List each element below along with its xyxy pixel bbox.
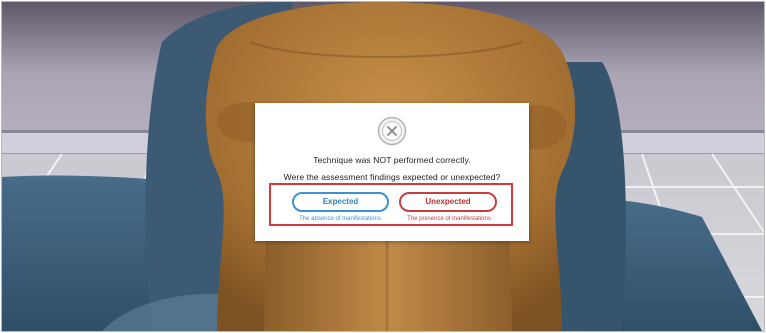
choices-highlight: Expected Unexpected The absence of manif… (269, 183, 513, 226)
expected-hint: The absence of manifestations (299, 216, 381, 222)
assessment-dialog: Technique was NOT performed correctly. W… (255, 103, 529, 241)
circle-x-icon (377, 116, 407, 146)
result-message: Technique was NOT performed correctly. (313, 155, 471, 165)
findings-question: Were the assessment findings expected or… (283, 172, 501, 182)
unexpected-button[interactable]: Unexpected (399, 192, 497, 212)
unexpected-hint: The presence of manifestations (407, 216, 491, 222)
expected-button[interactable]: Expected (292, 192, 389, 212)
screenshot-frame: Technique was NOT performed correctly. W… (1, 1, 765, 332)
